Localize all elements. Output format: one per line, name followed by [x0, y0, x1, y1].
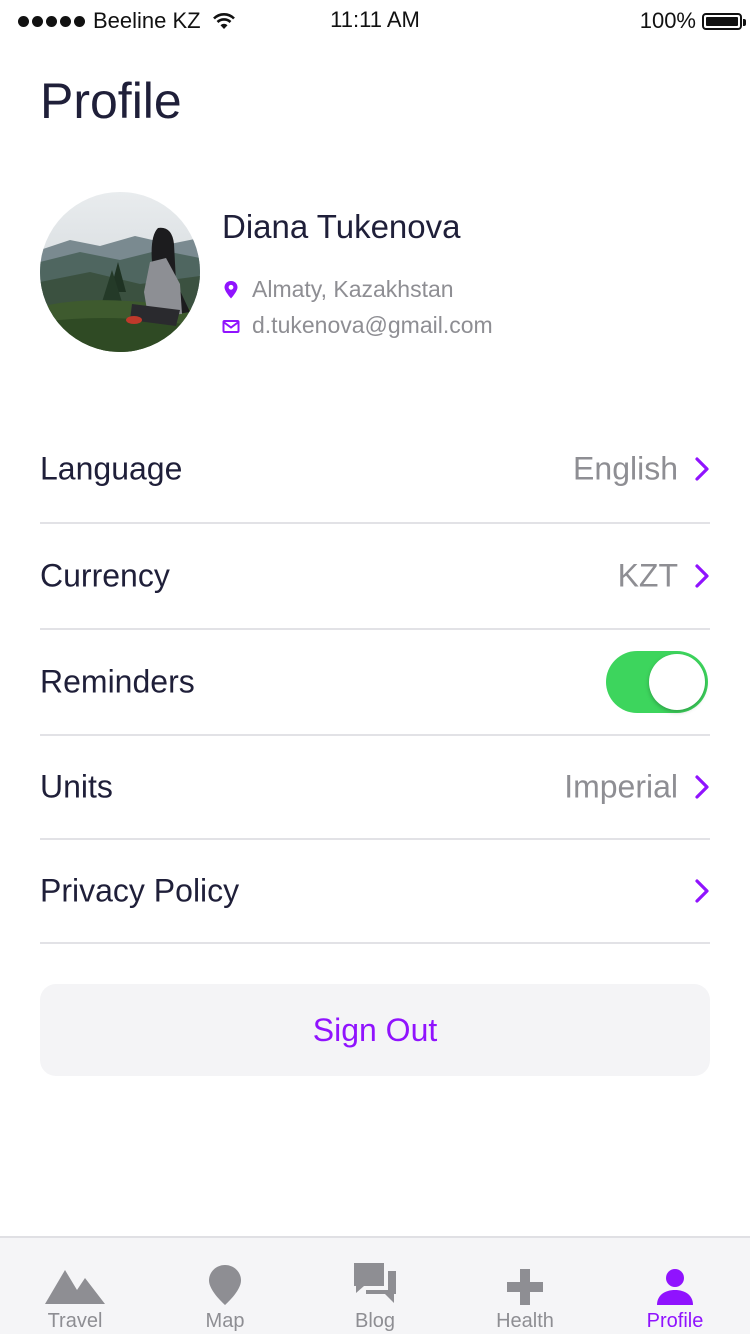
- email-row: d.tukenova@gmail.com: [222, 312, 493, 339]
- chevron-right-icon: [695, 879, 709, 903]
- setting-currency[interactable]: Currency KZT: [40, 524, 710, 630]
- setting-units[interactable]: Units Imperial: [40, 736, 710, 840]
- chevron-right-icon: [695, 457, 709, 481]
- battery-icon: [702, 12, 746, 30]
- person-icon: [655, 1254, 695, 1306]
- tab-label: Profile: [646, 1310, 704, 1332]
- setting-value: Imperial: [564, 768, 678, 805]
- tab-label: Travel: [47, 1310, 103, 1332]
- location-pin-icon: [222, 280, 240, 300]
- setting-label: Currency: [40, 557, 170, 594]
- battery-percent: 100%: [639, 8, 696, 33]
- sign-out-button[interactable]: Sign Out: [40, 984, 710, 1076]
- setting-value: English: [573, 450, 678, 487]
- tab-bar: Travel Map Blog Health Profile: [0, 1236, 750, 1334]
- map-pin-icon: [208, 1254, 242, 1306]
- tab-map[interactable]: Map: [150, 1238, 300, 1334]
- status-time: 11:11 AM: [330, 7, 420, 32]
- setting-reminders: Reminders: [40, 630, 710, 736]
- setting-label: Language: [40, 450, 183, 487]
- chat-bubbles-icon: [352, 1254, 398, 1306]
- settings-list: Language English Currency KZT Reminders …: [40, 416, 710, 944]
- tab-label: Health: [496, 1310, 554, 1332]
- setting-language[interactable]: Language English: [40, 416, 710, 524]
- tab-label: Blog: [354, 1310, 396, 1332]
- setting-privacy-policy[interactable]: Privacy Policy: [40, 840, 710, 944]
- location-text: Almaty, Kazakhstan: [252, 276, 454, 302]
- chevron-right-icon: [695, 775, 709, 799]
- mail-icon: [222, 316, 240, 336]
- tab-profile[interactable]: Profile: [600, 1238, 750, 1334]
- mountain-icon: [45, 1254, 105, 1306]
- setting-label: Units: [40, 768, 113, 805]
- reminders-toggle[interactable]: [606, 651, 708, 713]
- page-title: Profile: [40, 73, 182, 129]
- setting-label: Reminders: [40, 663, 195, 700]
- tab-label: Map: [205, 1310, 245, 1332]
- location-row: Almaty, Kazakhstan: [222, 276, 454, 303]
- tab-blog[interactable]: Blog: [300, 1238, 450, 1334]
- chevron-right-icon: [695, 564, 709, 588]
- status-bar: Beeline KZ 11:11 AM 100%: [0, 0, 750, 40]
- tab-travel[interactable]: Travel: [0, 1238, 150, 1334]
- setting-value: KZT: [617, 557, 678, 594]
- toggle-knob: [649, 654, 705, 710]
- status-right: 100%: [639, 8, 746, 34]
- avatar-photo: [40, 192, 200, 352]
- tab-health[interactable]: Health: [450, 1238, 600, 1334]
- plus-icon: [506, 1254, 544, 1306]
- setting-label: Privacy Policy: [40, 872, 240, 909]
- user-name: Diana Tukenova: [222, 208, 461, 245]
- avatar[interactable]: [40, 192, 200, 352]
- email-text: d.tukenova@gmail.com: [252, 312, 493, 338]
